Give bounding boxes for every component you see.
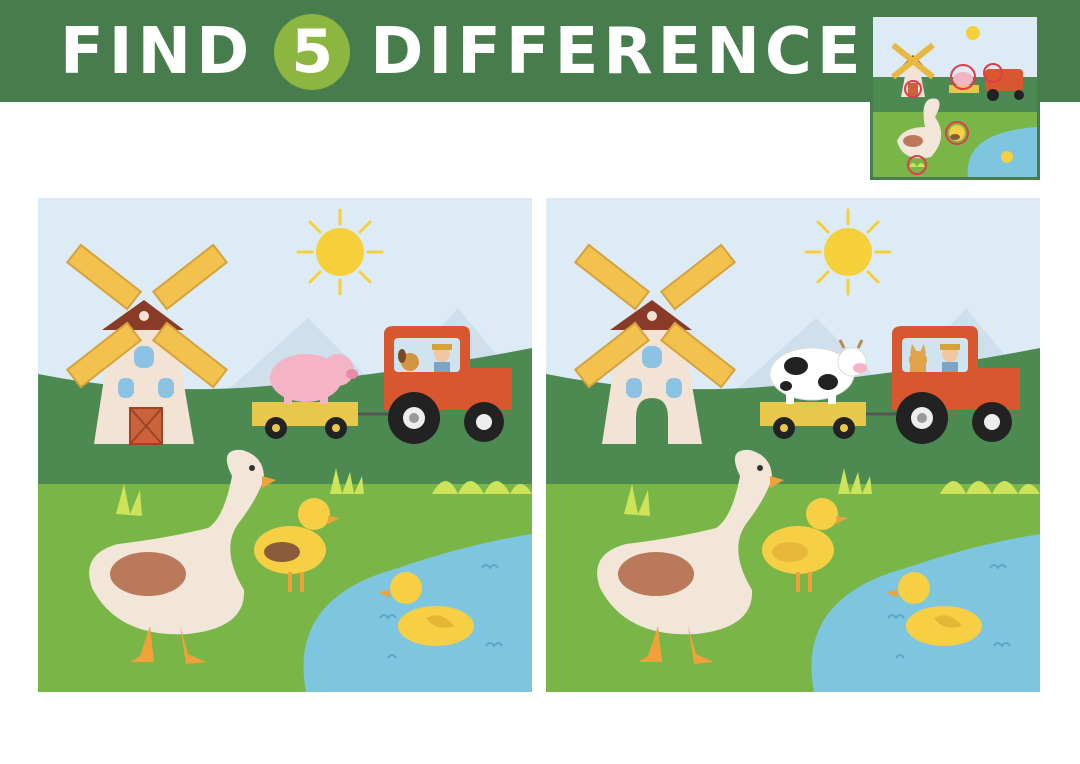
left-scene [38, 198, 532, 692]
title-word-differences: DIFFERENCES [370, 15, 917, 89]
duckling-wing [264, 542, 300, 562]
answer-key-scene [873, 17, 1037, 177]
answer-key-thumbnail[interactable] [870, 14, 1040, 180]
difference-count-badge: 5 [274, 14, 351, 90]
thumb-sun-icon [966, 26, 980, 40]
right-picture[interactable] [546, 198, 1040, 692]
arch-door [636, 398, 668, 444]
left-picture[interactable] [38, 198, 532, 692]
page-title: FIND 5 DIFFERENCES [60, 10, 917, 94]
right-scene [546, 198, 1040, 692]
sun-icon [296, 208, 384, 296]
title-word-find: FIND [60, 15, 255, 89]
sun-icon [804, 208, 892, 296]
duckling-wing [772, 542, 808, 562]
